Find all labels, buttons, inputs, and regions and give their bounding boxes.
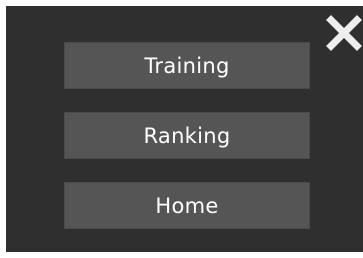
close-icon	[326, 15, 362, 51]
training-button[interactable]: Training	[64, 42, 310, 89]
menu-panel: Training Ranking Home	[6, 6, 363, 252]
ranking-button-label: Ranking	[143, 123, 231, 148]
screen: Training Ranking Home	[0, 0, 363, 258]
home-button-label: Home	[155, 193, 219, 218]
ranking-button[interactable]: Ranking	[64, 112, 310, 159]
home-button[interactable]: Home	[64, 182, 310, 229]
training-button-label: Training	[144, 53, 230, 78]
close-button[interactable]	[325, 14, 363, 52]
